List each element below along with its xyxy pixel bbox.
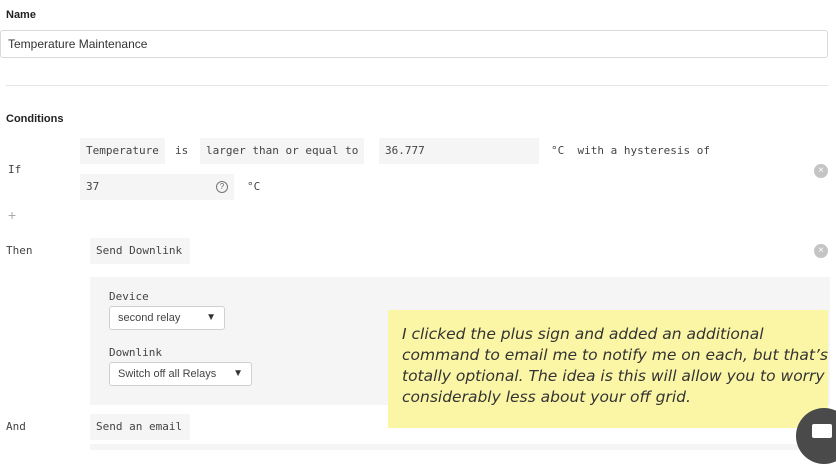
downlink-select[interactable]: Switch off all Relays ▼: [109, 362, 252, 386]
name-label: Name: [6, 9, 36, 21]
condition-operator-select[interactable]: larger than or equal to: [200, 138, 365, 164]
remove-action-icon[interactable]: ×: [814, 244, 828, 258]
hysteresis-unit: °C: [247, 180, 261, 193]
add-condition-button[interactable]: +: [8, 207, 16, 223]
email-panel: [90, 444, 836, 450]
chat-icon: [812, 424, 832, 438]
device-label: Device: [109, 290, 149, 303]
chevron-down-icon: ▼: [233, 368, 243, 379]
help-circle-icon[interactable]: ?: [216, 181, 228, 193]
condition-verb: is: [175, 144, 189, 157]
hysteresis-label: °C with a hysteresis of: [551, 144, 710, 157]
then-label: Then: [6, 244, 33, 257]
chevron-down-icon: ▼: [206, 312, 216, 323]
if-label: If: [8, 163, 22, 176]
downlink-label: Downlink: [109, 346, 162, 359]
device-select[interactable]: second relay ▼: [109, 306, 225, 330]
section-divider: [6, 85, 828, 86]
remove-condition-icon[interactable]: ×: [814, 164, 828, 178]
hysteresis-input[interactable]: 37: [80, 174, 234, 200]
device-select-value: second relay: [118, 312, 181, 324]
name-input[interactable]: Temperature Maintenance: [0, 30, 828, 58]
and-action-select[interactable]: Send an email: [90, 414, 190, 440]
threshold-input[interactable]: 36.777: [379, 138, 539, 164]
then-action-select[interactable]: Send Downlink: [90, 238, 190, 264]
and-label: And: [6, 420, 26, 433]
condition-field-select[interactable]: Temperature: [80, 138, 165, 164]
conditions-heading: Conditions: [6, 113, 64, 125]
annotation-note: I clicked the plus sign and added an add…: [388, 310, 828, 428]
downlink-select-value: Switch off all Relays: [118, 368, 217, 380]
